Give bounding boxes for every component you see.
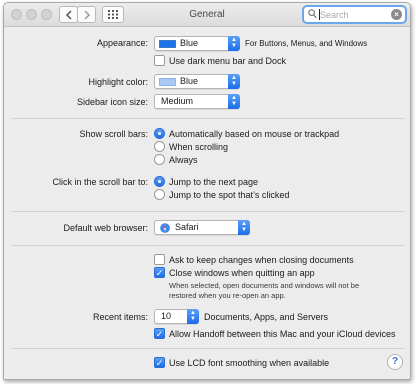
magnifier-icon [308, 9, 317, 19]
browser-popup[interactable]: Safari ▲ ▼ [154, 220, 250, 235]
recent-items-suffix: Documents, Apps, and Servers [204, 312, 329, 322]
dark-menu-label: Use dark menu bar and Dock [169, 56, 287, 66]
jump-next-page-radio[interactable] [154, 176, 165, 187]
recent-items-value: 10 [161, 311, 172, 321]
highlight-swatch [159, 78, 176, 86]
scroll-when-scrolling-label: When scrolling [169, 142, 229, 152]
safari-compass-icon [160, 223, 170, 233]
highlight-popup[interactable]: Blue ▲ ▼ [154, 74, 240, 89]
scroll-bars-label: Show scroll bars: [79, 129, 148, 139]
sidebar-icon-value: Medium [161, 96, 194, 106]
jump-to-spot-label: Jump to the spot that’s clicked [169, 190, 290, 200]
appearance-hint: For Buttons, Menus, and Windows [245, 39, 368, 48]
divider [11, 211, 405, 212]
divider [11, 118, 405, 119]
dark-menu-checkbox[interactable] [154, 55, 165, 66]
appearance-popup[interactable]: Blue ▲ ▼ [154, 36, 240, 51]
scroll-always-label: Always [169, 155, 198, 165]
lcd-smoothing-label: Use LCD font smoothing when available [169, 358, 330, 368]
scroll-click-label: Click in the scroll bar to: [52, 177, 148, 187]
title-bar: General × [4, 3, 410, 27]
appearance-label: Appearance: [96, 38, 148, 48]
browser-value: Safari [175, 222, 199, 232]
handoff-checkbox[interactable]: ✓ [154, 328, 165, 339]
popup-arrows-icon: ▲ ▼ [187, 309, 199, 324]
sidebar-icon-popup[interactable]: Medium ▲ ▼ [154, 94, 240, 109]
recent-items-popup[interactable]: 10 ▲ ▼ [154, 309, 199, 324]
handoff-label: Allow Handoff between this Mac and your … [169, 329, 396, 339]
preferences-window: General × Appearance: Blue ▲▼ For Button… [3, 2, 411, 380]
jump-to-spot-radio[interactable] [154, 189, 165, 200]
scroll-when-scrolling-radio[interactable] [154, 141, 165, 152]
color-swatch [159, 40, 176, 48]
recent-items-label: Recent items: [92, 312, 148, 322]
help-icon: ? [391, 356, 399, 367]
highlight-label: Highlight color: [88, 77, 148, 87]
close-windows-note-line1: When selected, open documents and window… [169, 281, 360, 290]
ask-keep-changes-checkbox[interactable] [154, 254, 165, 265]
close-windows-label: Close windows when quitting an app [169, 268, 315, 278]
popup-arrows-icon: ▲ ▼ [228, 94, 240, 109]
divider [11, 348, 405, 349]
divider [11, 245, 405, 246]
close-windows-checkbox[interactable]: ✓ [154, 267, 165, 278]
checkmark-icon: ✓ [155, 268, 164, 278]
scroll-auto-radio[interactable] [154, 128, 165, 139]
help-button[interactable]: ? [387, 354, 403, 370]
browser-label: Default web browser: [63, 223, 148, 233]
scroll-always-radio[interactable] [154, 154, 165, 165]
checkmark-icon: ✓ [155, 329, 164, 339]
checkmark-icon: ✓ [155, 358, 164, 368]
popup-arrows-icon: ▲ ▼ [238, 220, 250, 235]
search-input[interactable] [320, 9, 390, 21]
search-field[interactable]: × [302, 5, 407, 24]
lcd-smoothing-checkbox[interactable]: ✓ [154, 357, 165, 368]
jump-next-page-label: Jump to the next page [169, 177, 259, 187]
highlight-value: Blue [180, 76, 199, 86]
scroll-auto-label: Automatically based on mouse or trackpad [169, 129, 340, 139]
ask-keep-changes-label: Ask to keep changes when closing documen… [169, 255, 354, 265]
clear-search-icon[interactable]: × [391, 9, 402, 20]
appearance-value: Blue [180, 38, 199, 48]
popup-arrows-icon: ▲ ▼ [228, 74, 240, 89]
close-windows-note-line2: restored when you re-open an app. [169, 291, 286, 300]
sidebar-icon-label: Sidebar icon size: [76, 97, 148, 107]
popup-arrows-icon: ▲ ▼ [228, 36, 240, 51]
